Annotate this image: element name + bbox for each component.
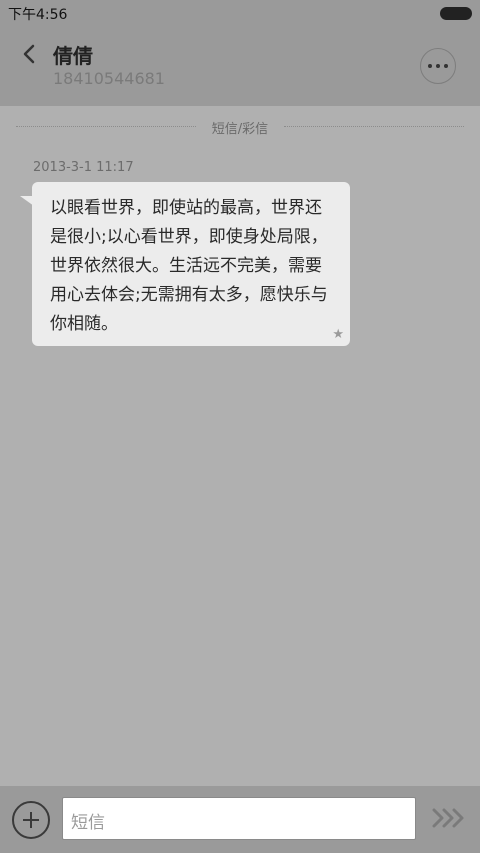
add-attachment-button[interactable] — [12, 801, 50, 839]
divider-line — [284, 126, 464, 127]
message-timestamp: 2013-3-1 11:17 — [33, 160, 134, 175]
status-time: 下午4:56 — [8, 7, 68, 23]
dot-icon — [436, 64, 440, 68]
message-input[interactable]: 短信 — [62, 797, 416, 840]
send-button[interactable] — [432, 806, 466, 830]
contact-name: 倩倩 — [53, 44, 93, 68]
dot-icon — [444, 64, 448, 68]
status-bar: 下午4:56 — [0, 0, 480, 26]
divider-label: 短信/彩信 — [211, 122, 269, 137]
more-button[interactable] — [420, 48, 456, 84]
composer-bar: 短信 — [0, 786, 480, 853]
conversation-header: 倩倩 18410544681 — [0, 26, 480, 106]
message-type-divider: 短信/彩信 — [16, 118, 464, 137]
dot-icon — [428, 64, 432, 68]
battery-icon — [440, 7, 472, 20]
send-icon — [432, 808, 464, 828]
message-bubble[interactable]: 以眼看世界，即使站的最高，世界还是很小;以心看世界，即使身处局限，世界依然很大。… — [20, 182, 350, 346]
message-text: 以眼看世界，即使站的最高，世界还是很小;以心看世界，即使身处局限，世界依然很大。… — [50, 198, 328, 334]
contact-number: 18410544681 — [53, 69, 165, 88]
star-icon: ★ — [332, 327, 344, 342]
chevron-left-icon — [23, 44, 35, 64]
back-button[interactable] — [18, 42, 42, 66]
